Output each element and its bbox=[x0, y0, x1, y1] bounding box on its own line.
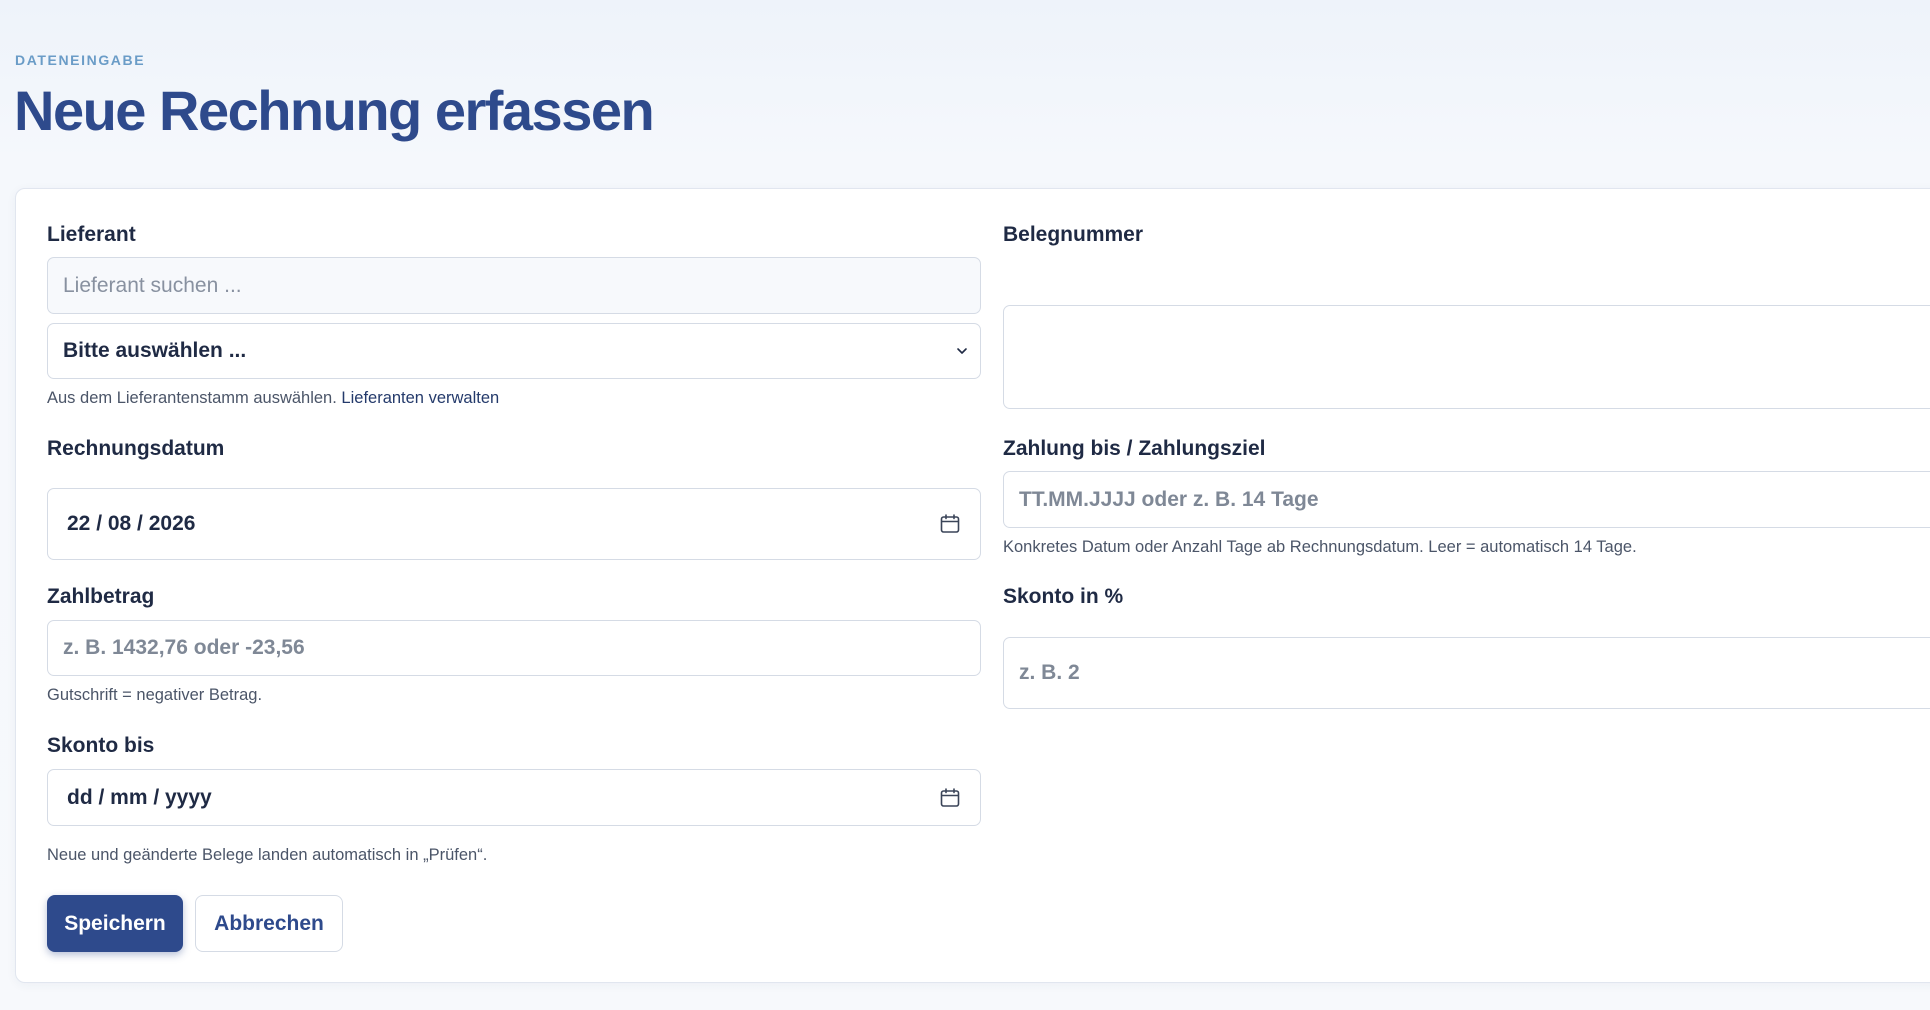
rechnungsdatum-input[interactable]: 22 / 08 / 2026 bbox=[47, 488, 981, 560]
invoice-form-card: Lieferant Lieferant suchen ... Bitte aus… bbox=[15, 188, 1930, 983]
page-eyebrow: DATENEINGABE bbox=[15, 52, 146, 68]
zahlung-bis-placeholder: TT.MM.JJJJ oder z. B. 14 Tage bbox=[1019, 487, 1319, 511]
skonto-prozent-placeholder: z. B. 2 bbox=[1019, 661, 1080, 684]
save-button[interactable]: Speichern bbox=[47, 895, 183, 952]
lieferant-select[interactable]: Bitte auswählen ... bbox=[47, 323, 981, 379]
zahlbetrag-input[interactable]: z. B. 1432,76 oder -23,56 bbox=[47, 620, 981, 676]
lieferant-label: Lieferant bbox=[47, 223, 136, 246]
skonto-prozent-input[interactable]: z. B. 2 bbox=[1003, 637, 1930, 709]
cancel-button[interactable]: Abbrechen bbox=[195, 895, 343, 952]
skonto-bis-value: dd / mm / yyyy bbox=[67, 785, 212, 809]
belegnummer-label: Belegnummer bbox=[1003, 223, 1144, 246]
lieferant-search-placeholder: Lieferant suchen ... bbox=[63, 273, 242, 297]
lieferant-select-value: Bitte auswählen ... bbox=[63, 339, 247, 362]
skonto-prozent-label: Skonto in % bbox=[1003, 585, 1124, 608]
zahlbetrag-label: Zahlbetrag bbox=[47, 585, 155, 608]
calendar-icon[interactable] bbox=[939, 787, 961, 809]
page-title: Neue Rechnung erfassen bbox=[14, 79, 655, 142]
zahlbetrag-placeholder: z. B. 1432,76 oder -23,56 bbox=[63, 636, 305, 659]
rechnungsdatum-label: Rechnungsdatum bbox=[47, 437, 225, 460]
belegnummer-input[interactable] bbox=[1003, 305, 1930, 409]
lieferant-search-input[interactable]: Lieferant suchen ... bbox=[47, 257, 981, 314]
lieferant-help: Aus dem Lieferantenstamm auswählen. Lief… bbox=[47, 389, 499, 408]
calendar-icon[interactable] bbox=[939, 513, 961, 535]
page: DATENEINGABE Neue Rechnung erfassen Lief… bbox=[0, 0, 1930, 1010]
rechnungsdatum-value: 22 / 08 / 2026 bbox=[67, 512, 196, 535]
lieferanten-verwalten-link[interactable]: Lieferanten verwalten bbox=[341, 389, 499, 407]
chevron-down-icon bbox=[957, 348, 967, 354]
skonto-bis-input[interactable]: dd / mm / yyyy bbox=[47, 769, 981, 826]
zahlung-bis-input[interactable]: TT.MM.JJJJ oder z. B. 14 Tage bbox=[1003, 471, 1930, 528]
zahlung-bis-help: Konkretes Datum oder Anzahl Tage ab Rech… bbox=[1003, 538, 1637, 556]
lieferant-help-text: Aus dem Lieferantenstamm auswählen. bbox=[47, 389, 337, 407]
skonto-bis-label: Skonto bis bbox=[47, 734, 155, 757]
zahlbetrag-help: Gutschrift = negativer Betrag. bbox=[47, 686, 263, 704]
zahlung-bis-label: Zahlung bis / Zahlungsziel bbox=[1003, 437, 1266, 460]
footer-note: Neue und geänderte Belege landen automat… bbox=[47, 846, 488, 864]
